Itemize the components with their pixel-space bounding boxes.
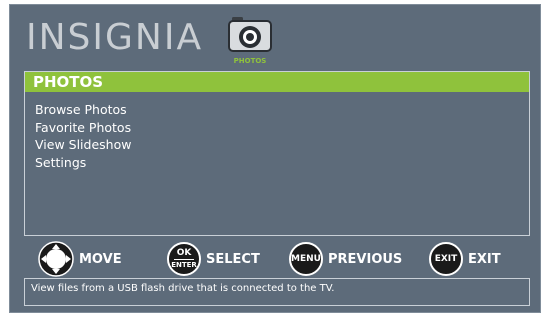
- panel-title: PHOTOS: [25, 72, 529, 92]
- ok-enter-icon: OK ENTER: [167, 242, 201, 276]
- tv-menu-screen: INSIGNIA PHOTOS PHOTOS Browse Photos Fav…: [9, 4, 541, 313]
- menu-list: Browse Photos Favorite Photos View Slide…: [35, 101, 131, 171]
- control-legend: MOVE OK ENTER SELECT MENU PREVIOUS EXIT …: [10, 241, 540, 277]
- menu-item-favorite-photos[interactable]: Favorite Photos: [35, 119, 131, 137]
- previous-control[interactable]: MENU PREVIOUS: [289, 241, 402, 277]
- move-control[interactable]: MOVE: [38, 241, 122, 277]
- ok-icon-divider: [174, 259, 194, 260]
- previous-label: PREVIOUS: [328, 252, 402, 267]
- photos-category: PHOTOS: [226, 11, 274, 67]
- menu-icon: MENU: [289, 242, 323, 276]
- camera-icon: [226, 11, 274, 55]
- ok-icon-text: OK: [177, 249, 192, 258]
- enter-icon-text: ENTER: [171, 261, 197, 269]
- move-label: MOVE: [79, 252, 122, 267]
- select-control[interactable]: OK ENTER SELECT: [167, 241, 260, 277]
- menu-item-settings[interactable]: Settings: [35, 154, 131, 172]
- menu-item-browse-photos[interactable]: Browse Photos: [35, 101, 131, 119]
- menu-icon-text: MENU: [291, 254, 321, 264]
- exit-label: EXIT: [468, 252, 501, 267]
- exit-icon-text: EXIT: [435, 254, 458, 264]
- dpad-icon: [38, 241, 74, 277]
- menu-panel: PHOTOS Browse Photos Favorite Photos Vie…: [24, 71, 530, 236]
- help-text: View files from a USB flash drive that i…: [24, 278, 530, 306]
- category-caption: PHOTOS: [226, 57, 274, 65]
- select-label: SELECT: [206, 252, 260, 267]
- brand-logo: INSIGNIA: [26, 20, 203, 56]
- menu-item-view-slideshow[interactable]: View Slideshow: [35, 136, 131, 154]
- exit-control[interactable]: EXIT EXIT: [429, 241, 501, 277]
- exit-icon: EXIT: [429, 242, 463, 276]
- header: INSIGNIA PHOTOS: [10, 5, 540, 71]
